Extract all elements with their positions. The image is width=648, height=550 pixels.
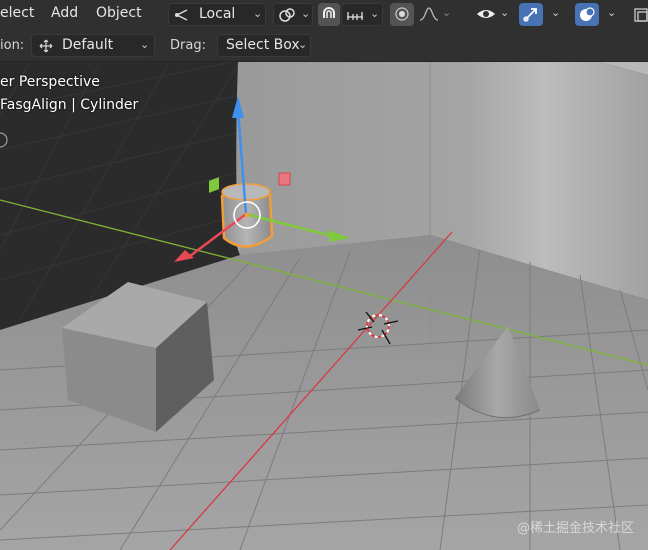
transform-orientation-value: Local: [199, 6, 236, 22]
falloff-curve-icon: [419, 7, 439, 21]
chevron-down-icon: ⌄: [607, 6, 617, 19]
3d-viewport[interactable]: er Perspective FasgAlign | Cylinder: [0, 62, 648, 550]
drag-mode-value: Select Box: [226, 37, 300, 53]
chevron-down-icon: ⌄: [500, 6, 510, 19]
gizmo-toggle[interactable]: [519, 3, 543, 26]
pivot-point-dropdown[interactable]: ⌄: [273, 3, 313, 26]
xray-toggle[interactable]: [630, 3, 648, 26]
overlay-dropdown[interactable]: ⌄: [601, 3, 623, 26]
overlay-toggle[interactable]: [575, 3, 599, 26]
transform-pivot-value: Default: [62, 37, 114, 53]
snap-increment-icon: [347, 12, 363, 20]
viewport-object-info: FasgAlign | Cylinder: [0, 97, 139, 113]
snap-toggle[interactable]: [318, 3, 340, 26]
eye-icon: [477, 10, 495, 18]
chevron-down-icon: ⌄: [301, 7, 311, 20]
drag-mode-dropdown[interactable]: Select Box ⌄: [217, 34, 311, 57]
drag-label: Drag:: [170, 38, 206, 53]
transform-orientation-dropdown[interactable]: Local ⌄: [168, 3, 266, 26]
snap-target-dropdown[interactable]: ⌄: [341, 3, 383, 26]
overlay-circles-icon: [580, 7, 595, 21]
pivot-point-icon: [279, 8, 295, 22]
xray-icon: [634, 8, 648, 22]
menu-object[interactable]: Object: [96, 5, 142, 21]
orientation-label: ion:: [0, 38, 25, 53]
chevron-down-icon: ⌄: [442, 6, 452, 19]
chevron-down-icon: ⌄: [140, 38, 150, 51]
snap-magnet-icon: [323, 7, 335, 18]
chevron-down-icon: ⌄: [253, 7, 263, 20]
proportional-editing-icon: [395, 7, 409, 21]
transform-pivot-dropdown[interactable]: Default ⌄: [31, 34, 155, 57]
transform-orientation-icon: [175, 9, 188, 21]
move-cursor-icon: [39, 39, 53, 53]
menu-select[interactable]: elect: [0, 5, 34, 21]
gizmo-arrow-icon: [523, 8, 537, 22]
gizmo-dropdown[interactable]: ⌄: [545, 3, 567, 26]
viewport-scene: [0, 62, 648, 550]
proportional-editing-toggle[interactable]: [390, 3, 414, 26]
chevron-down-icon: ⌄: [298, 38, 308, 51]
light-object-icon: [0, 132, 8, 148]
watermark: @稀土掘金技术社区: [516, 521, 634, 536]
tool-settings-header: ion: Default ⌄ Drag: Select Box ⌄: [0, 30, 648, 62]
chevron-down-icon: ⌄: [551, 6, 561, 19]
editor-header: elect Add Object Local ⌄ ⌄ ⌄ ⌄ ⌄ ⌄ ⌄: [0, 0, 648, 30]
viewport-view-name: er Perspective: [0, 74, 100, 90]
visibility-dropdown[interactable]: ⌄: [474, 3, 514, 26]
chevron-down-icon: ⌄: [370, 7, 380, 20]
falloff-dropdown[interactable]: ⌄: [416, 3, 454, 26]
menu-add[interactable]: Add: [51, 5, 78, 21]
